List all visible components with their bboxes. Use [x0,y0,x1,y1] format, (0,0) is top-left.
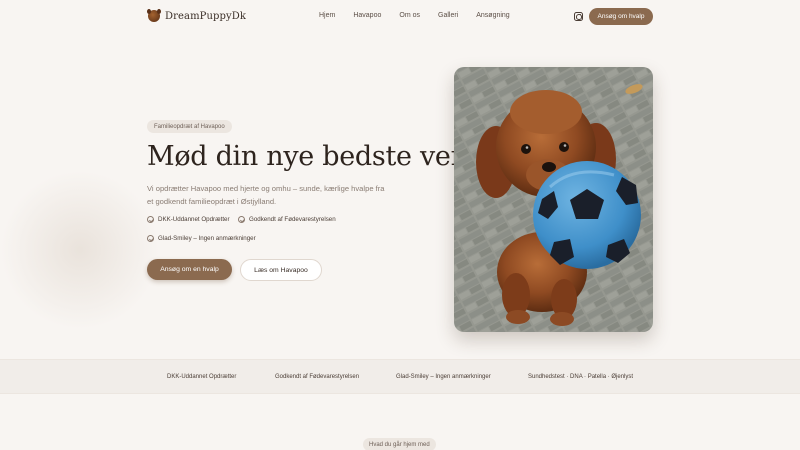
hero-puppy-image [454,67,653,332]
trust-item: Glad-Smiley – Ingen anmærkninger [396,374,491,380]
nav-link-om-os[interactable]: Om os [399,12,420,19]
brand-logo[interactable]: DreamPuppyDk [147,9,247,22]
trust-item: Sundhedstest · DNA · Patella · Øjenlyst [528,374,634,380]
nav-link-ansogning[interactable]: Ansøgning [476,12,509,19]
check-circle-icon [147,235,154,242]
nav-links: Hjem Havapoo Om os Galleri Ansøgning [319,12,528,19]
check-item-foedevare: Godkendt af Fødevarestyrelsen [238,216,336,223]
trust-item: Godkendt af Fødevarestyrelsen [275,374,360,380]
instagram-icon[interactable] [574,12,583,21]
trust-item: DKK-Uddannet Opdrætter [167,374,237,380]
background-glow [0,170,160,330]
check-item-smiley: Glad-Smiley – Ingen anmærkninger [147,235,256,242]
hero-subtitle: Vi opdrætter Havapoo med hjerte og omhu … [147,184,385,206]
check-item-label: DKK-Uddannet Opdrætter [158,216,230,223]
hero-title: Mød din nye bedste ven [147,141,468,172]
nav-link-galleri[interactable]: Galleri [438,12,458,19]
puppy-illustration [454,67,653,332]
section-label: Hvad du går hjem med [363,438,436,450]
read-about-button[interactable]: Læs om Havapoo [240,259,322,281]
check-item-label: Glad-Smiley – Ingen anmærkninger [158,235,256,242]
nav-link-hjem[interactable]: Hjem [319,12,335,19]
check-item-dkk: DKK-Uddannet Opdrætter [147,216,230,223]
trust-strip: DKK-Uddannet Opdrætter Godkendt af Fødev… [0,359,800,394]
apply-puppy-button[interactable]: Ansøg om en hvalp [147,259,232,280]
check-circle-icon [238,216,245,223]
check-circle-icon [147,216,154,223]
nav-link-havapoo[interactable]: Havapoo [353,12,381,19]
hero-badge: Familieopdræt af Havapoo [147,120,232,133]
top-navigation: DreamPuppyDk Hjem Havapoo Om os Galleri … [0,0,800,34]
nav-apply-button[interactable]: Ansøg om hvalp [589,8,653,25]
brand-name: DreamPuppyDk [165,10,247,22]
puppy-logo-icon [147,9,161,22]
check-item-label: Godkendt af Fødevarestyrelsen [249,216,336,223]
